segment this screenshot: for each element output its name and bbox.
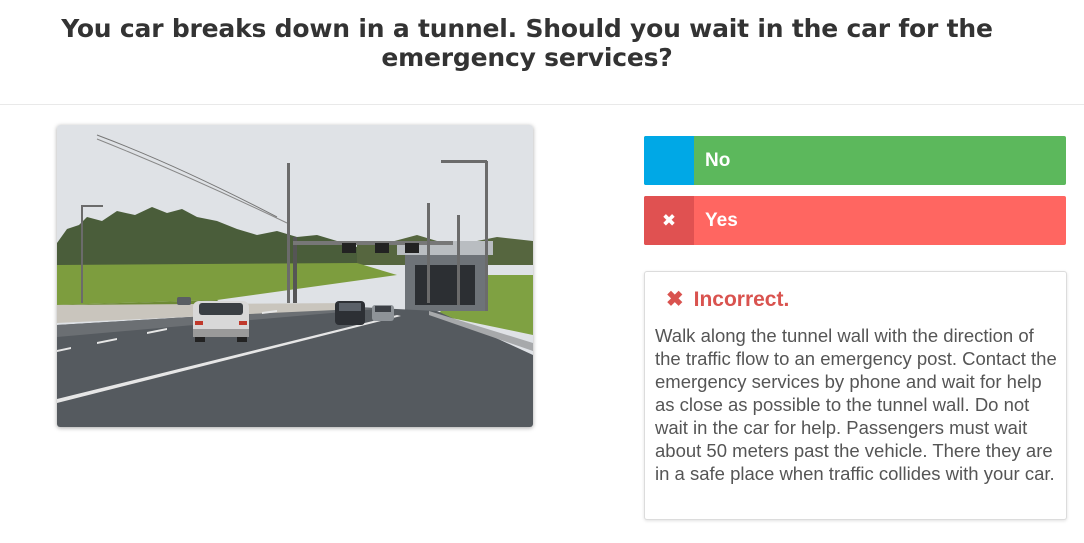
answer-no-label: No bbox=[705, 149, 731, 171]
incorrect-x-icon: ✖ bbox=[666, 288, 684, 311]
header-divider bbox=[0, 104, 1084, 105]
feedback-panel: ✖ Incorrect. Walk along the tunnel wall … bbox=[644, 271, 1067, 520]
question-title: You car breaks down in a tunnel. Should … bbox=[61, 14, 993, 72]
feedback-title: Incorrect. bbox=[693, 287, 790, 311]
answer-yes-button[interactable]: ✖ Yes bbox=[644, 196, 1066, 245]
feedback-explanation: Walk along the tunnel wall with the dire… bbox=[655, 325, 1057, 484]
answer-no-button[interactable]: No bbox=[644, 136, 1066, 185]
close-icon: ✖ bbox=[644, 196, 694, 245]
feedback-heading: ✖ Incorrect. bbox=[666, 287, 789, 312]
question-photo bbox=[57, 125, 533, 427]
answer-no-marker bbox=[644, 136, 694, 185]
answer-yes-label: Yes bbox=[705, 209, 738, 231]
